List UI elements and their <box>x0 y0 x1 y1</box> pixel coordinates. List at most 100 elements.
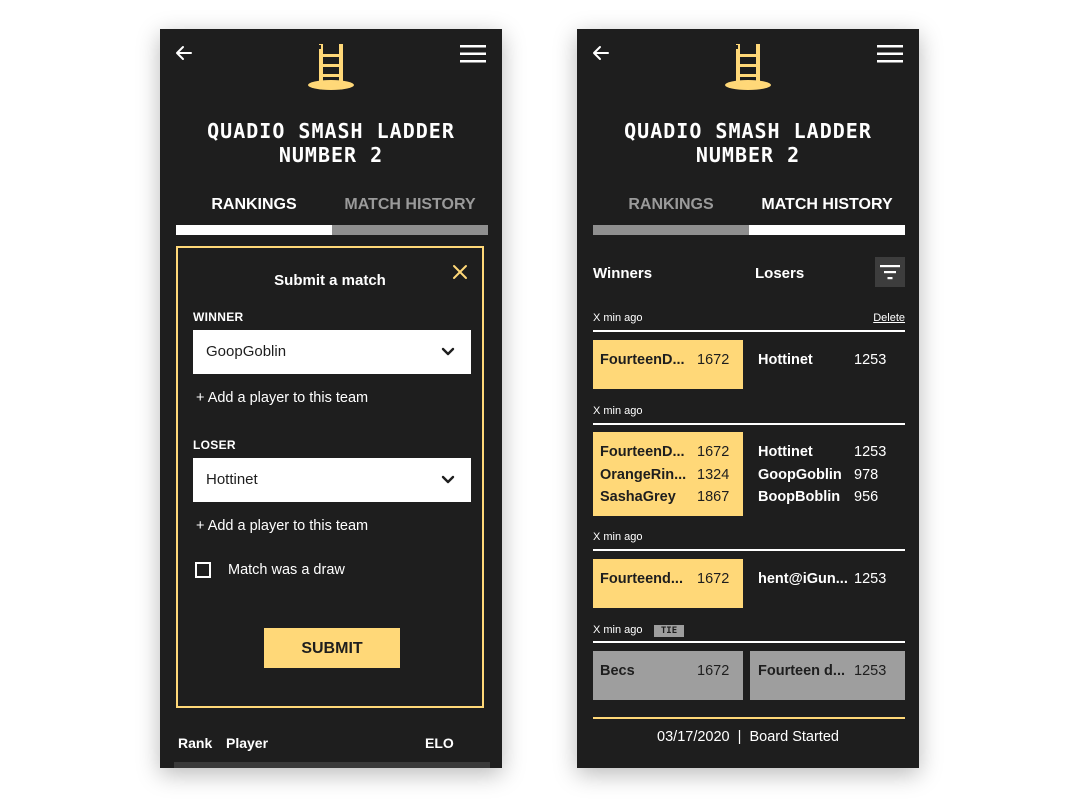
filter-icon <box>880 265 900 280</box>
tab-match-history[interactable]: MATCH HISTORY <box>332 195 488 235</box>
match-time: X min ago <box>593 531 643 543</box>
player-elo: 1324 <box>697 466 730 483</box>
tab-rankings[interactable]: RANKINGS <box>593 195 749 235</box>
tab-match-history-indicator <box>749 225 905 235</box>
player-elo: 956 <box>854 489 879 505</box>
tie-badge: TIE <box>654 625 684 637</box>
player-elo: 1253 <box>854 352 887 368</box>
back-arrow-icon[interactable] <box>174 43 194 63</box>
winner-team: Fourteend... 1672 <box>593 559 743 608</box>
player-name: Fourteen d... <box>758 663 845 679</box>
draw-checkbox-label: Match was a draw <box>228 562 345 578</box>
match-divider <box>593 423 905 425</box>
ladder-logo-icon <box>308 44 354 90</box>
submit-panel-title: Submit a match <box>274 272 386 289</box>
tab-rankings[interactable]: RANKINGS <box>176 195 332 235</box>
loser-label: LOSER <box>193 438 236 452</box>
player-elo: 1672 <box>697 663 730 679</box>
player-row: OrangeRin... 1324 <box>600 465 743 488</box>
player-row: Hottinet 1253 <box>758 442 905 465</box>
ladder-title-line2: Number 2 <box>695 143 801 167</box>
ladder-title-line1: Quadio Smash Ladder <box>207 119 455 143</box>
player-row: FourteenD... 1672 <box>600 350 743 373</box>
hamburger-menu-icon[interactable] <box>877 44 903 64</box>
match-card[interactable]: Fourteend... 1672 hent@iGun... 1253 <box>593 559 905 608</box>
winner-label: WINNER <box>193 310 244 324</box>
tab-match-history[interactable]: MATCH HISTORY <box>749 195 905 235</box>
winner-select-value: GoopGoblin <box>206 343 287 360</box>
match-card[interactable]: FourteenD... 1672 OrangeRin... 1324 Sash… <box>593 432 905 516</box>
rankings-row-partial <box>174 762 490 768</box>
winner-select[interactable]: GoopGoblin <box>193 330 471 374</box>
player-row: Becs 1672 <box>600 661 743 684</box>
match-history-header: Winners Losers <box>593 257 905 291</box>
filter-button[interactable] <box>875 257 905 287</box>
player-name: Fourteend... <box>600 571 683 587</box>
tab-rankings-label: RANKINGS <box>211 196 297 213</box>
player-name: BoopBoblin <box>758 489 841 505</box>
player-row: Fourteend... 1672 <box>600 569 743 592</box>
player-elo: 1672 <box>697 444 730 460</box>
player-name: FourteenD... <box>600 444 685 460</box>
player-row: Hottinet 1253 <box>758 350 905 373</box>
board-start-divider <box>593 717 905 719</box>
submit-button[interactable]: SUBMIT <box>264 628 400 668</box>
add-loser-player-link[interactable]: + Add a player to this team <box>196 518 368 534</box>
rankings-table-header: Rank Player ELO <box>160 735 502 755</box>
match-time: X min ago <box>593 405 643 417</box>
back-arrow-icon[interactable] <box>591 43 611 63</box>
winner-team: FourteenD... 1672 <box>593 340 743 389</box>
tab-bar: RANKINGS MATCH HISTORY <box>176 195 488 235</box>
tab-rankings-indicator <box>176 225 332 235</box>
player-row: BoopBoblin 956 <box>758 487 905 510</box>
hamburger-menu-icon[interactable] <box>460 44 486 64</box>
rankings-screen: Quadio Smash Ladder Number 2 RANKINGS MA… <box>160 29 502 768</box>
player-name: OrangeRin... <box>600 466 687 483</box>
player-elo: 1672 <box>697 571 730 587</box>
delete-match-link[interactable]: Delete <box>873 312 905 324</box>
rank-column-header: Rank <box>178 735 213 751</box>
ladder-title: Quadio Smash Ladder Number 2 <box>160 119 502 167</box>
elo-column-header: ELO <box>425 735 454 751</box>
match-divider <box>593 549 905 551</box>
chevron-down-icon <box>441 475 455 484</box>
loser-select[interactable]: Hottinet <box>193 458 471 502</box>
match-card[interactable]: Becs 1672 Fourteen d... 1253 <box>593 651 905 700</box>
player-column-header: Player <box>226 735 269 751</box>
tab-bar: RANKINGS MATCH HISTORY <box>593 195 905 235</box>
match-divider <box>593 330 905 332</box>
close-icon[interactable] <box>452 264 468 280</box>
loser-team: hent@iGun... 1253 <box>750 559 905 608</box>
loser-team: Hottinet 1253 <box>750 340 905 389</box>
player-name: GoopGoblin <box>758 466 842 483</box>
player-name: hent@iGun... <box>758 571 848 587</box>
player-row: Fourteen d... 1253 <box>758 661 905 684</box>
player-name: FourteenD... <box>600 352 685 368</box>
tab-rankings-indicator <box>593 225 749 235</box>
tie-team-right: Fourteen d... 1253 <box>750 651 905 700</box>
match-time: X min ago <box>593 624 643 636</box>
player-elo: 1867 <box>697 489 730 505</box>
player-row: SashaGrey 1867 <box>600 487 743 510</box>
ladder-logo-icon <box>725 44 771 90</box>
tab-rankings-label: RANKINGS <box>628 196 714 213</box>
tab-match-history-label: MATCH HISTORY <box>761 196 893 213</box>
ladder-title: Quadio Smash Ladder Number 2 <box>577 119 919 167</box>
player-name: SashaGrey <box>600 489 676 505</box>
player-name: Becs <box>600 663 635 679</box>
add-winner-player-link[interactable]: + Add a player to this team <box>196 390 368 406</box>
loser-select-value: Hottinet <box>206 471 258 488</box>
player-elo: 1253 <box>854 571 887 587</box>
player-elo: 978 <box>854 466 879 483</box>
ladder-title-line2: Number 2 <box>278 143 384 167</box>
tab-match-history-indicator <box>332 225 488 235</box>
tab-match-history-label: MATCH HISTORY <box>344 196 476 213</box>
player-elo: 1253 <box>854 444 887 460</box>
match-card[interactable]: FourteenD... 1672 Hottinet 1253 <box>593 340 905 389</box>
player-name: Hottinet <box>758 444 813 460</box>
winners-column-header: Winners <box>593 265 653 282</box>
ladder-title-line1: Quadio Smash Ladder <box>624 119 872 143</box>
player-name: Hottinet <box>758 352 813 368</box>
board-started-text: 03/17/2020 | Board Started <box>657 729 839 745</box>
draw-checkbox[interactable] <box>195 562 211 578</box>
